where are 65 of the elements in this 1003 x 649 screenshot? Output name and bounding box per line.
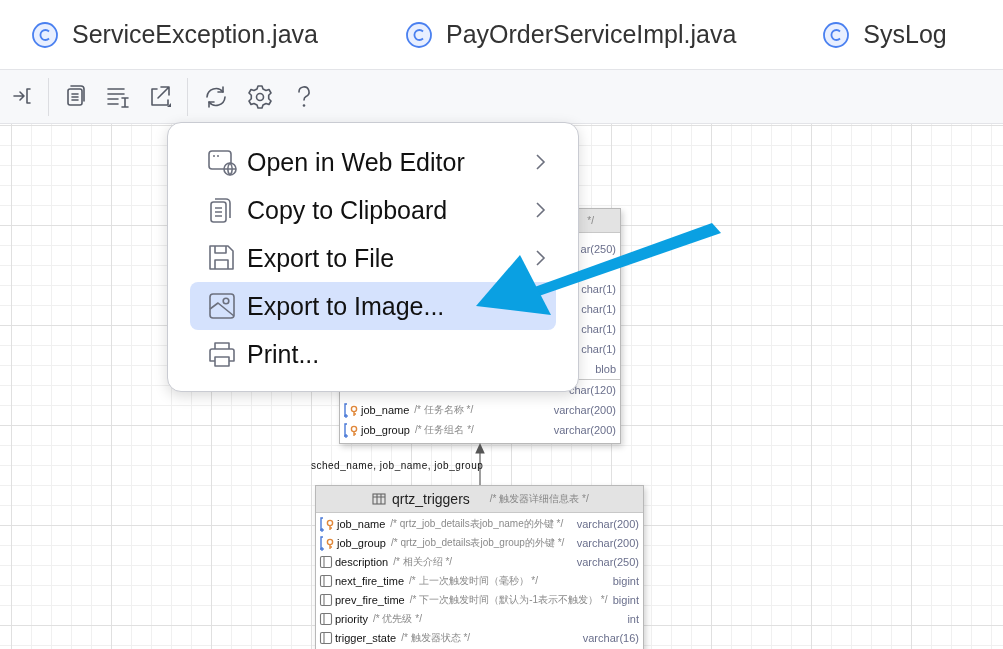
column-icon (319, 554, 333, 569)
column-name: job_group (361, 424, 410, 436)
file-tab[interactable]: PayOrderServiceImpl.java (404, 0, 737, 69)
printer-icon (207, 339, 237, 369)
column-type: bigint (611, 593, 639, 606)
key-icon (343, 422, 359, 438)
key-icon (343, 402, 359, 418)
column-type: ar(250) (579, 243, 616, 255)
column-type: varchar(200) (575, 536, 639, 549)
column-name: prev_fire_time (335, 593, 405, 606)
column-icon (319, 611, 333, 626)
column-icon (319, 573, 333, 588)
class-icon (404, 20, 433, 49)
column-comment: /* qrtz_job_details表job_group的外键 */ (390, 535, 565, 550)
column-type: int (626, 612, 639, 625)
column-type: char(1) (580, 323, 616, 335)
key-icon (319, 534, 335, 551)
column-icon (319, 592, 333, 607)
column-type: varchar(250) (575, 555, 639, 568)
column-icon (319, 630, 333, 645)
web-editor-icon (207, 147, 237, 177)
column-name: next_fire_time (335, 574, 405, 587)
save-icon (207, 243, 237, 273)
column-name: priority (335, 612, 368, 625)
column-name: description (335, 555, 389, 568)
relation-label: sched_name, job_name, job_group (311, 460, 484, 471)
file-tab[interactable]: SysLog (822, 0, 947, 69)
column-type: char(1) (580, 303, 616, 315)
column-name: job_name (337, 517, 386, 530)
column-type: varchar(16) (581, 631, 639, 644)
table-icon (372, 492, 386, 506)
settings-icon[interactable] (246, 82, 274, 111)
menu-item[interactable]: Export to File (190, 234, 556, 282)
column-type: varchar(200) (552, 424, 616, 436)
menu-item[interactable]: Copy to Clipboard (190, 186, 556, 234)
column-type: blob (594, 363, 616, 375)
column-comment: /* 下一次触发时间（默认为-1表示不触发） */ (409, 592, 608, 607)
table-comment: /* 触发器详细信息表 */ (489, 492, 589, 506)
column-type: varchar(200) (552, 404, 616, 416)
column-comment: /* 上一次触发时间（毫秒） */ (409, 573, 538, 588)
column-comment: /* qrtz_job_details表job_name的外键 */ (390, 516, 564, 531)
column-comment: /* 任务名称 */ (414, 403, 474, 417)
column-type: bigint (611, 574, 639, 587)
column-name: job_name (361, 404, 410, 416)
class-icon (822, 20, 851, 49)
column-comment: /* 触发器状态 */ (401, 630, 471, 645)
class-icon (31, 20, 59, 49)
image-icon (207, 291, 237, 321)
table-comment: */ (587, 215, 594, 226)
column-name: job_group (337, 536, 386, 549)
table-title: qrtz_triggers (392, 491, 470, 507)
column-type: char(120) (567, 384, 616, 396)
column-comment: /* 相关介绍 */ (393, 554, 453, 569)
column-type: char(1) (580, 343, 616, 355)
column-name: trigger_state (335, 631, 397, 644)
column-type: varchar(200) (575, 517, 639, 530)
menu-item[interactable]: Export to Image... (190, 282, 556, 330)
key-icon (319, 515, 335, 532)
column-comment: /* 优先级 */ (373, 611, 422, 626)
column-comment: /* 任务组名 */ (414, 423, 474, 437)
file-tab[interactable]: ServiceException.java (31, 0, 318, 69)
menu-item[interactable]: Print... (190, 330, 556, 378)
menu-item[interactable]: Open in Web Editor (190, 138, 556, 186)
column-type: char(1) (580, 283, 616, 295)
table-node[interactable] (315, 485, 644, 649)
